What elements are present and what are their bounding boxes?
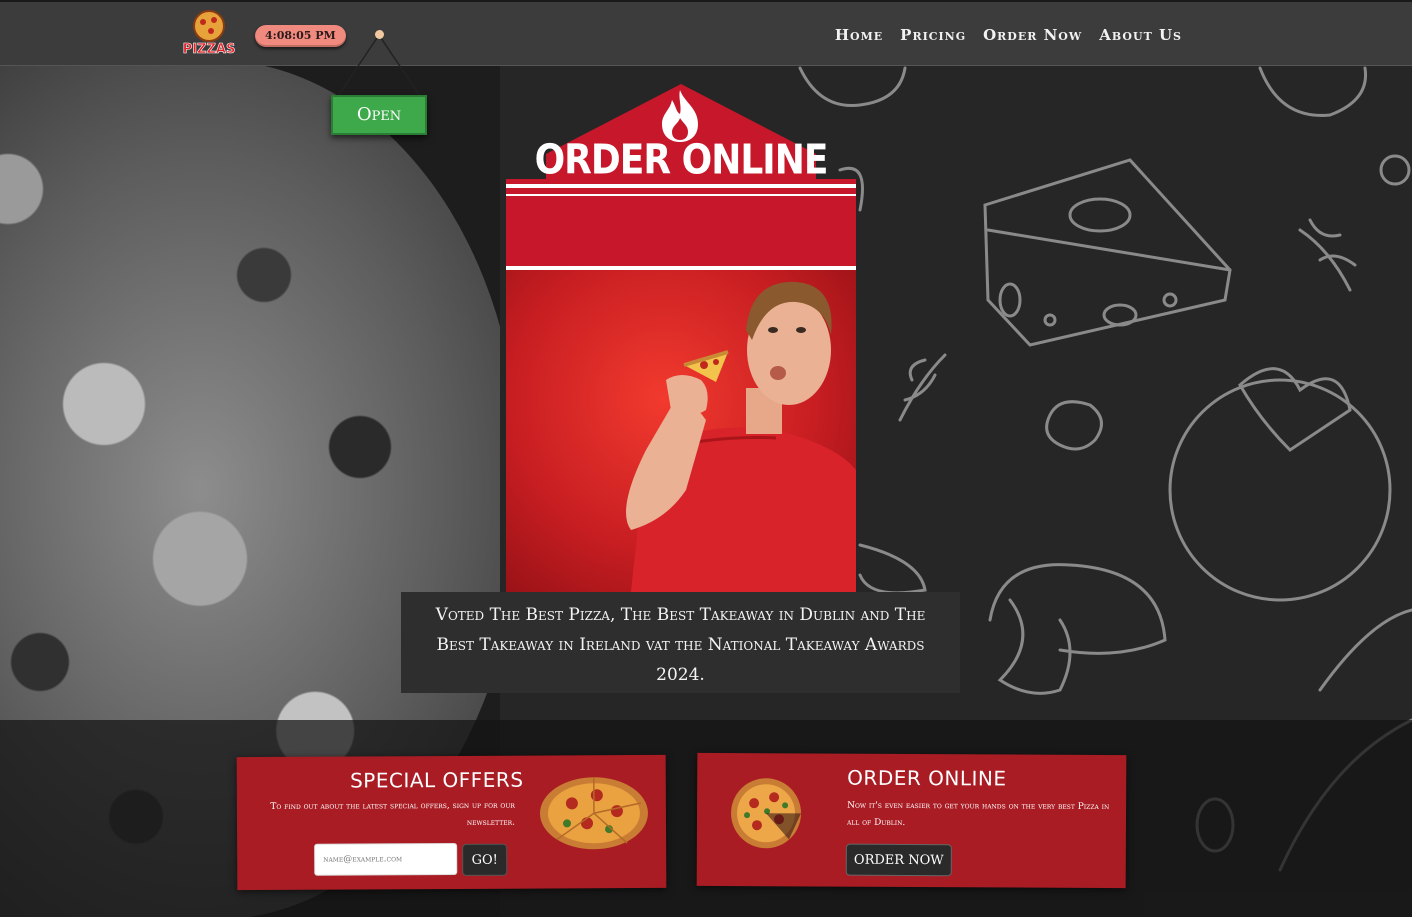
- man-eating-pizza-photo[interactable]: [506, 270, 856, 592]
- order-online-red-banner[interactable]: [506, 184, 856, 270]
- order-online-title: ORDER ONLINE: [534, 136, 829, 185]
- sign-hanging-strings: [337, 34, 421, 97]
- nav-about-us[interactable]: About Us: [1099, 26, 1182, 44]
- award-caption: Voted The Best Pizza, The Best Takeaway …: [401, 592, 960, 693]
- newsletter-go-button[interactable]: GO!: [462, 843, 508, 876]
- nav-pricing[interactable]: Pricing: [900, 26, 966, 44]
- logo-text: PIZZAS: [183, 42, 236, 57]
- pizzas-logo[interactable]: PIZZAS: [182, 8, 236, 58]
- top-navigation-bar: PIZZAS 4:08:05 PM Home Pricing Order Now…: [0, 0, 1412, 66]
- order-now-button[interactable]: ORDER NOW: [845, 843, 952, 877]
- newsletter-email-input[interactable]: [314, 842, 458, 876]
- order-online-card: ORDER ONLINE Now it's even easier to get…: [696, 752, 1127, 889]
- pizza-image: [731, 778, 802, 849]
- pizza-image: [539, 777, 648, 850]
- man-eating-pizza-illustration: [626, 281, 856, 592]
- nav-home[interactable]: Home: [835, 26, 883, 44]
- main-nav: Home Pricing Order Now About Us: [835, 26, 1182, 44]
- sign-pin: [375, 30, 384, 39]
- open-status-sign: Open: [331, 95, 427, 135]
- order-online-card-text: Now it's even easier to get your hands o…: [846, 800, 1110, 828]
- flame-icon: [662, 90, 698, 142]
- nav-order-now[interactable]: Order Now: [983, 26, 1082, 44]
- order-online-card-title: ORDER ONLINE: [847, 765, 1007, 791]
- special-offers-text: To find out about the latest special off…: [270, 800, 516, 828]
- special-offers-card: SPECIAL OFFERS To find out about the lat…: [236, 754, 667, 891]
